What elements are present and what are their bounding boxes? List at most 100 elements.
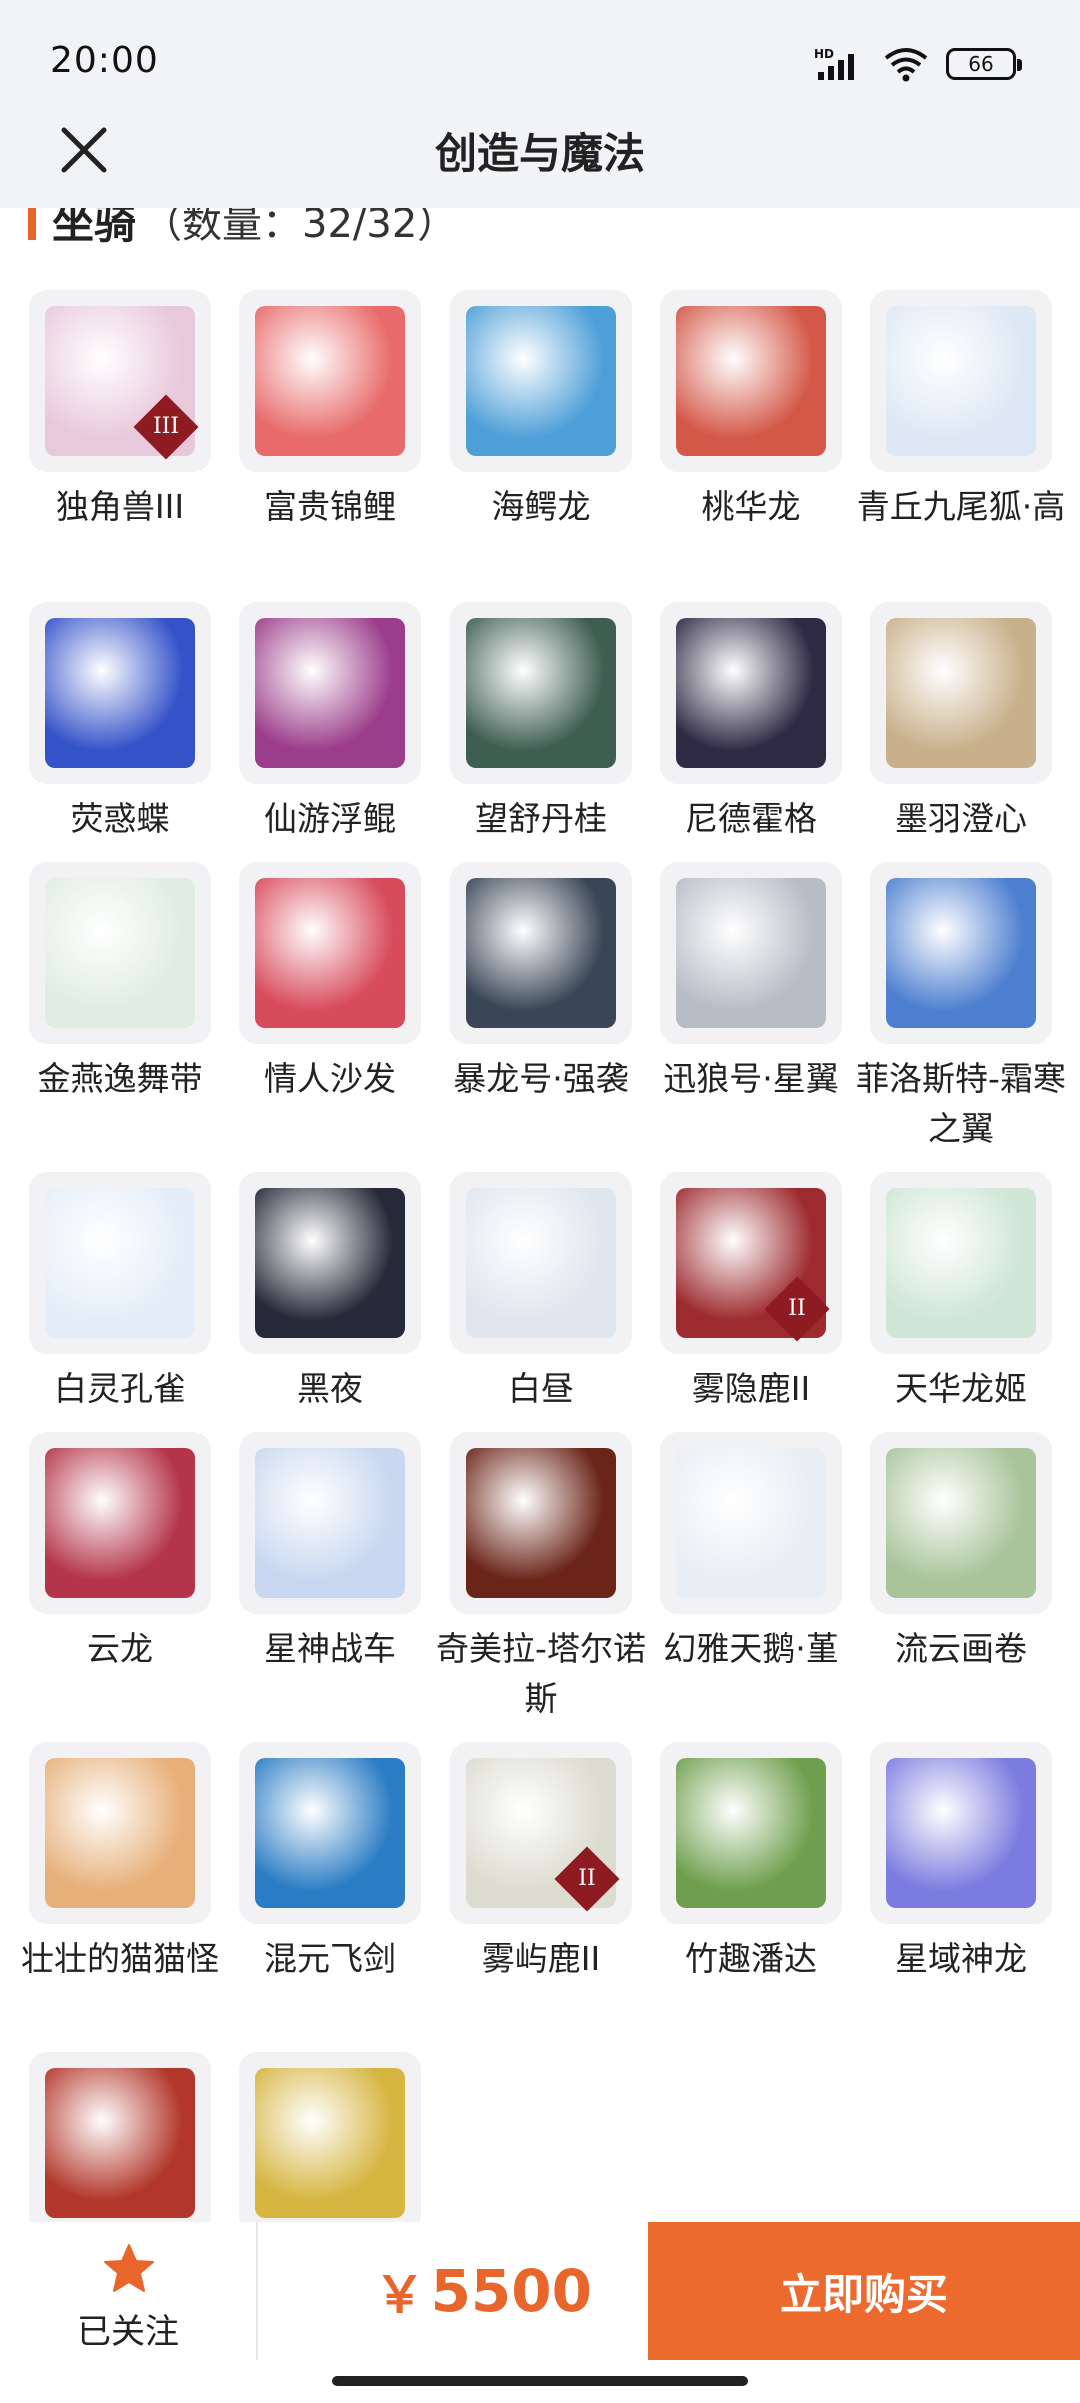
mount-thumbnail (239, 602, 421, 784)
mount-thumbnail (660, 862, 842, 1044)
mount-card[interactable]: 白昼 (436, 1172, 646, 1414)
mount-image (255, 2068, 405, 2218)
mount-card[interactable]: 迅狼号·星翼 (646, 862, 856, 1104)
mount-card[interactable]: 星神战车 (225, 1432, 435, 1674)
mount-thumbnail: II (660, 1172, 842, 1354)
price: ￥ 5500 (258, 2222, 648, 2360)
mount-card[interactable]: 流云画卷 (856, 1432, 1066, 1674)
mount-thumbnail (29, 1172, 211, 1354)
mount-name: 壮壮的猫猫怪 (21, 1939, 219, 1978)
mount-card[interactable]: 仙游浮鲲 (225, 602, 435, 844)
buy-now-button[interactable]: 立即购买 (648, 2222, 1080, 2360)
mount-image (45, 2068, 195, 2218)
mount-image (45, 618, 195, 768)
price-value: 5500 (430, 2257, 592, 2325)
follow-label: 已关注 (77, 2312, 179, 2352)
mount-card[interactable]: 暴龙号·强袭 (436, 862, 646, 1104)
mount-card[interactable]: III 独角兽III (15, 290, 225, 532)
star-icon (104, 2244, 154, 2292)
mount-name: 流云画卷 (895, 1629, 1027, 1668)
mount-card[interactable]: 壮壮的猫猫怪 (15, 1742, 225, 1984)
mount-card[interactable]: 菲洛斯特-霜寒之翼 (856, 862, 1066, 1154)
top-header: 20:00 HD 66 创造与魔法 (0, 0, 1080, 208)
tier-badge-label: II (788, 1296, 806, 1321)
mount-thumbnail (450, 290, 632, 472)
mount-card[interactable]: 情人沙发 (225, 862, 435, 1104)
mount-thumbnail (29, 1432, 211, 1614)
mount-image (886, 1188, 1036, 1338)
mount-card[interactable] (15, 2052, 225, 2244)
mount-thumbnail (870, 862, 1052, 1044)
mount-card[interactable]: 星域神龙 (856, 1742, 1066, 1984)
mount-image (466, 1188, 616, 1338)
mount-name: 幻雅天鹅·堇 (663, 1629, 839, 1668)
mount-image (45, 1758, 195, 1908)
mount-name: 天华龙姬 (895, 1369, 1027, 1408)
mount-name: 尼德霍格 (685, 799, 817, 838)
mount-card[interactable]: 幻雅天鹅·堇 (646, 1432, 856, 1674)
mount-name: 海鳄龙 (491, 487, 591, 526)
mount-card[interactable]: 金燕逸舞带 (15, 862, 225, 1104)
mount-image (45, 1448, 195, 1598)
mount-image (255, 1758, 405, 1908)
mount-thumbnail (239, 1742, 421, 1924)
mount-card[interactable]: 竹趣潘达 (646, 1742, 856, 1984)
mount-thumbnail (660, 1742, 842, 1924)
mount-card[interactable]: 白灵孔雀 (15, 1172, 225, 1414)
page-title: 创造与魔法 (434, 129, 645, 178)
mount-thumbnail: II (450, 1742, 632, 1924)
mount-card[interactable]: 富贵锦鲤 (225, 290, 435, 532)
mount-thumbnail (29, 602, 211, 784)
wifi-icon (884, 48, 928, 82)
mount-card[interactable]: 奇美拉-塔尔诺斯 (436, 1432, 646, 1724)
mount-image (676, 878, 826, 1028)
mount-thumbnail (870, 1172, 1052, 1354)
mount-image (466, 306, 616, 456)
mount-thumbnail (29, 862, 211, 1044)
mount-thumbnail (870, 602, 1052, 784)
mount-card[interactable]: 荧惑蝶 (15, 602, 225, 844)
mount-card[interactable]: 青丘九尾狐·高 (856, 290, 1066, 532)
mount-thumbnail (660, 602, 842, 784)
mount-image (255, 618, 405, 768)
mount-thumbnail (239, 1432, 421, 1614)
mount-image (676, 618, 826, 768)
home-indicator[interactable] (332, 2376, 748, 2386)
mount-name: 暴龙号·强袭 (453, 1059, 629, 1098)
mount-thumbnail (870, 1432, 1052, 1614)
mount-name: 雾隐鹿II (691, 1369, 811, 1408)
mount-thumbnail (450, 602, 632, 784)
mount-card[interactable]: 桃华龙 (646, 290, 856, 532)
mount-image (886, 1758, 1036, 1908)
mount-card[interactable]: 黑夜 (225, 1172, 435, 1414)
mount-card[interactable]: II 雾隐鹿II (646, 1172, 856, 1414)
mount-name: 云龙 (87, 1629, 153, 1668)
mount-card[interactable]: 云龙 (15, 1432, 225, 1674)
mount-image (255, 306, 405, 456)
mount-name: 竹趣潘达 (685, 1939, 817, 1978)
tier-badge: III (133, 394, 199, 460)
mount-card[interactable]: 海鳄龙 (436, 290, 646, 532)
mount-name: 混元飞剑 (264, 1939, 396, 1978)
mount-card[interactable]: 天华龙姬 (856, 1172, 1066, 1414)
hd-signal-icon: HD (814, 47, 854, 80)
mount-name: 黑夜 (297, 1369, 363, 1408)
mount-image (886, 1448, 1036, 1598)
mount-card[interactable]: 混元飞剑 (225, 1742, 435, 1984)
mount-image (466, 878, 616, 1028)
mount-card[interactable]: 望舒丹桂 (436, 602, 646, 844)
mount-name: 白灵孔雀 (54, 1369, 186, 1408)
mount-name: 独角兽III (55, 487, 185, 526)
tier-badge-label: II (578, 1866, 596, 1891)
mount-thumbnail (660, 1432, 842, 1614)
mount-card[interactable]: 尼德霍格 (646, 602, 856, 844)
mount-card[interactable]: II 雾屿鹿II (436, 1742, 646, 1984)
follow-button[interactable]: 已关注 (0, 2222, 256, 2360)
mount-name: 墨羽澄心 (895, 799, 1027, 838)
mount-card[interactable]: 墨羽澄心 (856, 602, 1066, 844)
mount-thumbnail (660, 290, 842, 472)
mount-card[interactable] (225, 2052, 435, 2244)
mount-image (255, 878, 405, 1028)
mount-image (45, 1188, 195, 1338)
mount-name: 雾屿鹿II (481, 1939, 601, 1978)
